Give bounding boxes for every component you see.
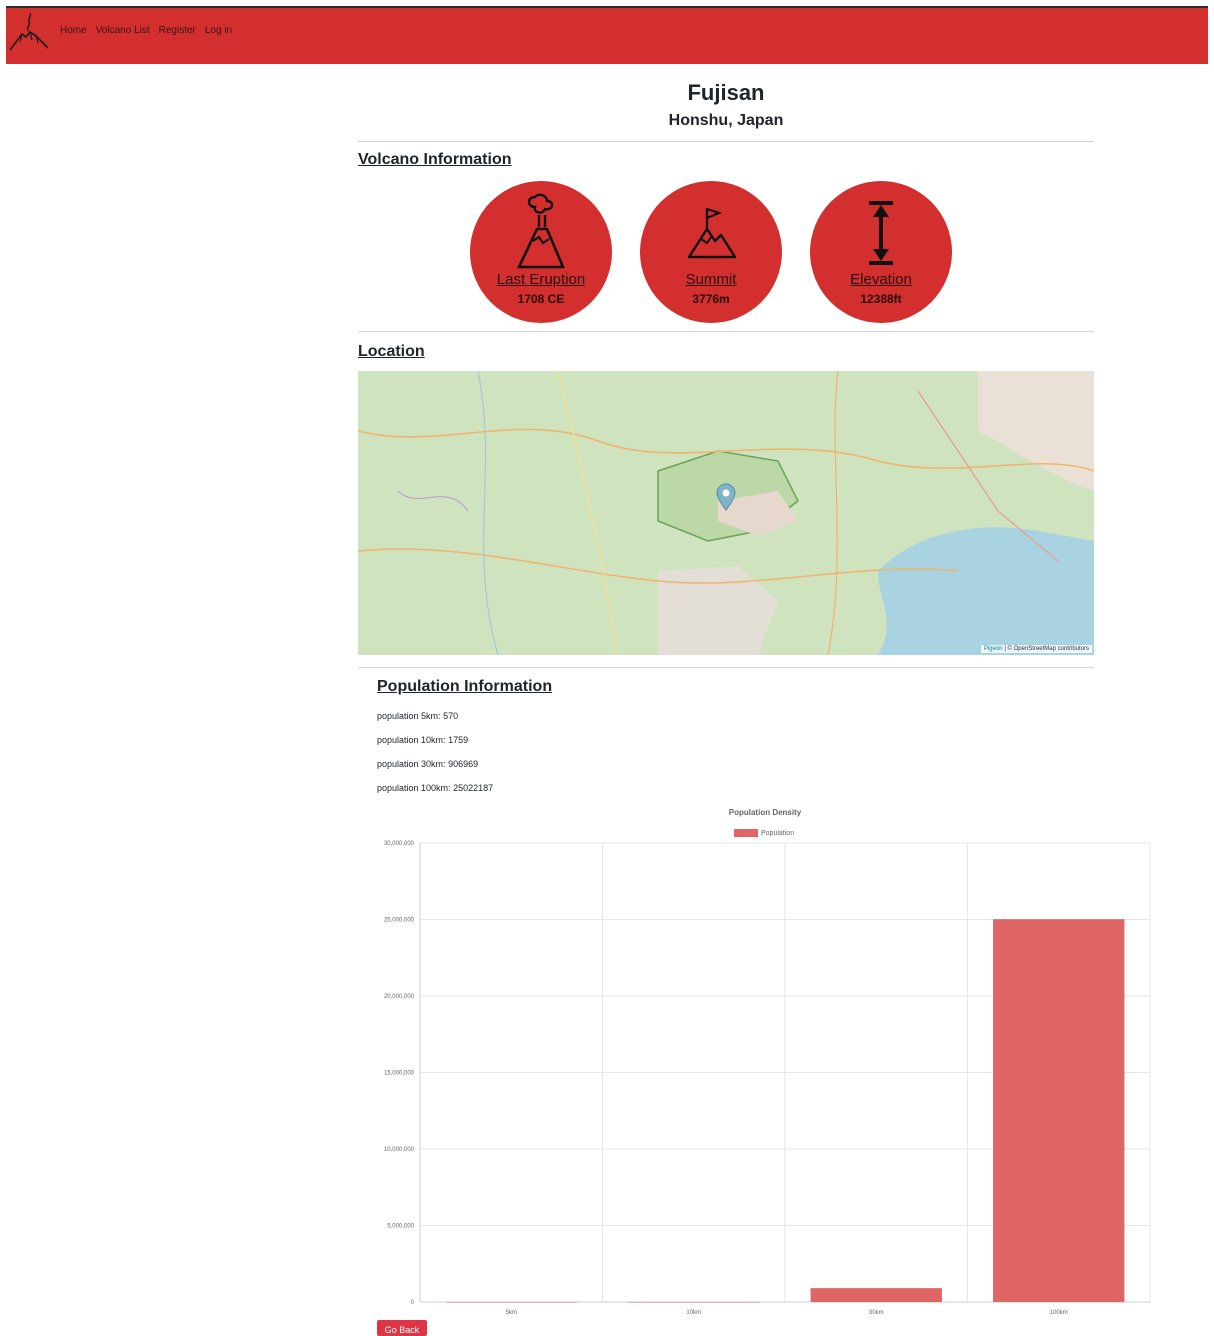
- population-density-chart: Population Density Population 0 5,000,000 10…: [384, 808, 1151, 1316]
- x-tick-label: 30km: [869, 1310, 884, 1316]
- chart-title: Population Density: [729, 808, 802, 817]
- location-heading: Location: [358, 343, 425, 360]
- attribution-link[interactable]: Pigeon: [984, 646, 1003, 652]
- population-value: 906969: [448, 759, 479, 769]
- x-tick-label: 5km: [506, 1310, 517, 1316]
- last-eruption-value: 1708 CE: [517, 292, 565, 306]
- volcano-name: Fujisan: [687, 80, 765, 105]
- population-label: population 100km:: [377, 783, 451, 793]
- bar-10km: [628, 1301, 760, 1303]
- population-label: population 30km:: [377, 759, 446, 769]
- nav-home[interactable]: Home: [60, 25, 87, 36]
- volcano-logo-icon[interactable]: [8, 10, 52, 54]
- last-eruption-label[interactable]: Last Eruption: [497, 271, 585, 288]
- summit-value: 3776m: [692, 292, 730, 306]
- nav-menu: Home Volcano List Register Log in: [60, 25, 232, 36]
- mountain-flag-icon: [687, 207, 737, 259]
- summit-label[interactable]: Summit: [686, 271, 737, 288]
- y-tick-label: 20,000,000: [384, 994, 415, 1000]
- y-tick-label: 5,000,000: [387, 1224, 414, 1230]
- population-value: 570: [443, 711, 459, 721]
- map-attribution: Pigeon | © OpenStreetMap contributors: [980, 645, 1092, 653]
- population-information-heading: Population Information: [377, 678, 553, 695]
- volcano-information-heading: Volcano Information: [358, 151, 512, 168]
- nav-register[interactable]: Register: [159, 25, 196, 36]
- population-label: population 10km:: [377, 735, 446, 745]
- volcano-location: Honshu, Japan: [668, 112, 784, 129]
- bar-5km: [445, 1301, 577, 1303]
- elevation-arrow-icon: [869, 201, 893, 265]
- nav-login[interactable]: Log in: [205, 25, 232, 36]
- x-tick-label: 10km: [686, 1310, 701, 1316]
- location-map[interactable]: Pigeon | © OpenStreetMap contributors: [358, 371, 1094, 655]
- divider: [358, 667, 1094, 668]
- y-tick-label: 30,000,000: [384, 841, 415, 847]
- population-10km: population 10km: 1759: [377, 735, 468, 745]
- population-value: 1759: [448, 735, 469, 745]
- bar-30km: [810, 1288, 942, 1302]
- population-label: population 5km:: [377, 711, 441, 721]
- legend-swatch: [734, 829, 758, 837]
- elevation-label[interactable]: Elevation: [850, 271, 912, 288]
- population-5km: population 5km: 570: [377, 711, 458, 721]
- divider: [358, 141, 1094, 142]
- nav-volcano-list[interactable]: Volcano List: [96, 25, 150, 36]
- last-eruption-card: Last Eruption 1708 CE: [470, 181, 612, 323]
- map-tiles: [358, 371, 1094, 655]
- elevation-card: Elevation 12388ft: [810, 181, 952, 323]
- legend-label: Population: [761, 830, 794, 837]
- population-100km: population 100km: 25022187: [377, 783, 493, 793]
- y-tick-label: 0: [411, 1300, 415, 1306]
- attribution-text: | © OpenStreetMap contributors: [1004, 646, 1089, 652]
- volcano-icon: [516, 193, 565, 269]
- divider: [358, 331, 1094, 332]
- bar-100km: [993, 919, 1125, 1302]
- population-value: 25022187: [453, 783, 494, 793]
- elevation-value: 12388ft: [860, 292, 902, 306]
- population-30km: population 30km: 906969: [377, 759, 478, 769]
- go-back-button[interactable]: Go Back: [377, 1320, 427, 1336]
- y-tick-label: 15,000,000: [384, 1071, 415, 1077]
- y-tick-label: 25,000,000: [384, 918, 415, 924]
- navbar: Home Volcano List Register Log in: [6, 6, 1208, 64]
- x-tick-label: 100km: [1050, 1310, 1068, 1316]
- map-pin-icon[interactable]: [716, 483, 736, 511]
- y-tick-label: 10,000,000: [384, 1147, 415, 1153]
- summit-card: Summit 3776m: [640, 181, 782, 323]
